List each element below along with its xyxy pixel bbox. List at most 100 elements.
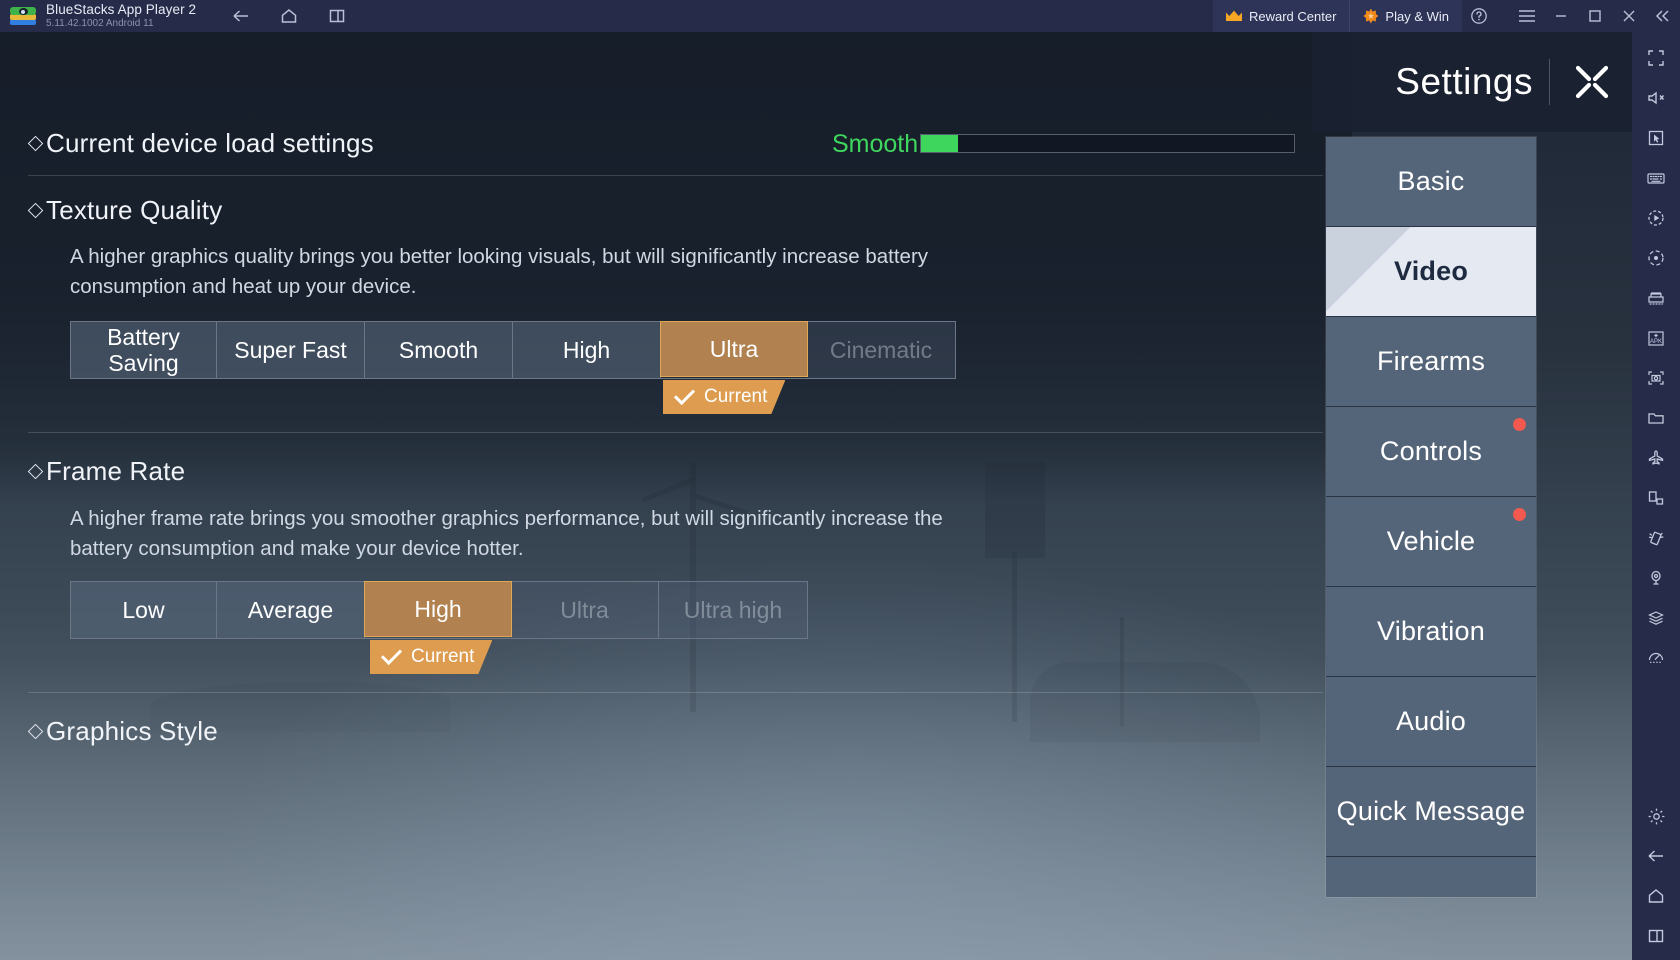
current-badge-label: Current [704,386,768,407]
option-ultra: Ultra [511,582,659,638]
tab-quick-message[interactable]: Quick Message [1326,767,1536,857]
close-settings-icon[interactable] [1564,54,1620,110]
close-button[interactable] [1612,0,1646,32]
device-load-status: Smooth [832,130,919,158]
bluestacks-sidebar: APK [1632,32,1680,960]
video-settings-content: Current device load settings Smooth Text… [0,32,1323,960]
option-label: Low [122,597,165,623]
app-version: 5.11.42.1002 Android 11 [46,17,154,29]
menu-icon[interactable] [1510,0,1544,32]
layers-icon[interactable] [1636,598,1676,638]
reward-center-button[interactable]: Reward Center [1212,0,1350,32]
texture-quality-current-badge: Current [663,380,785,414]
tab-video[interactable]: Video [1326,227,1536,317]
svg-text:APK: APK [1650,339,1662,345]
frame-rate-title-text: Frame Rate [46,456,186,486]
tab-vibration[interactable]: Vibration [1326,587,1536,677]
option-battery-saving[interactable]: Battery Saving [71,322,217,378]
frame-rate-current-badge: Current [370,640,492,674]
texture-quality-title-text: Texture Quality [46,195,223,225]
play-and-win-button[interactable]: Play & Win [1349,0,1462,32]
device-load-section-title: Current device load settings [27,128,374,159]
tab-basic[interactable]: Basic [1326,137,1536,227]
multi-instance-icon[interactable] [1636,278,1676,318]
option-high[interactable]: High [513,322,661,378]
recents-icon[interactable] [326,5,348,27]
home-icon[interactable] [1636,876,1676,916]
airplane-icon[interactable] [1636,438,1676,478]
crown-icon [1225,10,1242,23]
tab-list-spacer [1326,857,1536,897]
tab-firearms[interactable]: Firearms [1326,317,1536,407]
app-title-block: BlueStacks App Player 2 5.11.42.1002 And… [46,0,196,32]
tab-label: Firearms [1376,346,1486,376]
mute-icon[interactable] [1636,78,1676,118]
option-label: High [414,596,462,622]
page-title: Settings [1395,61,1533,102]
option-label: Ultra [560,597,609,623]
tab-audio[interactable]: Audio [1326,677,1536,767]
screenshot-icon[interactable] [1636,358,1676,398]
diamond-icon [27,202,44,219]
pointer-icon[interactable] [1636,118,1676,158]
graphics-style-title-text: Graphics Style [46,716,218,746]
collapse-icon[interactable] [1646,0,1680,32]
option-ultra-high: Ultra high [659,582,807,638]
option-smooth[interactable]: Smooth [365,322,513,378]
diamond-icon [27,723,44,740]
tab-label: Quick Message [1336,796,1526,826]
tab-controls[interactable]: Controls [1326,407,1536,497]
tab-label: Audio [1395,706,1467,736]
android-nav-buttons [230,5,348,27]
notification-dot [1513,508,1526,521]
help-icon[interactable] [1462,0,1496,32]
option-cinematic: Cinematic [807,322,955,378]
tab-vehicle[interactable]: Vehicle [1326,497,1536,587]
check-icon [381,644,402,665]
option-high[interactable]: High [364,581,512,637]
texture-quality-section-title: Texture Quality [27,195,223,226]
macro-record-icon[interactable] [1636,198,1676,238]
diamond-icon [27,135,44,152]
back-icon[interactable] [230,5,252,27]
tab-label: Vibration [1377,616,1485,646]
device-load-bar [920,134,1295,153]
install-apk-icon[interactable]: APK [1636,318,1676,358]
maximize-button[interactable] [1578,0,1612,32]
sync-icon[interactable] [1636,238,1676,278]
tab-label: Video [1393,256,1469,286]
frame-rate-section-title: Frame Rate [27,456,186,487]
reward-center-label: Reward Center [1248,8,1337,24]
gear-icon[interactable] [1636,796,1676,836]
fullscreen-icon[interactable] [1636,38,1676,78]
location-icon[interactable] [1636,558,1676,598]
device-load-title-text: Current device load settings [46,128,374,158]
tab-label: Vehicle [1386,526,1476,556]
option-super-fast[interactable]: Super Fast [217,322,365,378]
tab-label: Basic [1397,166,1465,196]
shake-icon[interactable] [1636,518,1676,558]
check-icon [674,384,695,405]
option-ultra[interactable]: Ultra [660,321,808,377]
settings-header: Settings [1312,32,1632,132]
rotate-icon[interactable] [1636,478,1676,518]
option-label: Ultra high [683,597,783,623]
frame-rate-options: Low Average High Ultra Ultra high [70,581,808,639]
frame-rate-description: A higher frame rate brings you smoother … [70,507,943,560]
option-average[interactable]: Average [217,582,365,638]
sidebar-bottom-group [1632,796,1680,956]
media-folder-icon[interactable] [1636,398,1676,438]
bluestacks-logo [10,5,36,27]
device-load-bar-fill [921,135,959,152]
option-label: Smooth [398,337,479,363]
diamond-icon [27,463,44,480]
minimize-button[interactable] [1544,0,1578,32]
back-icon[interactable] [1636,836,1676,876]
recents-icon[interactable] [1636,916,1676,956]
home-icon[interactable] [278,5,300,27]
gamepad-icon[interactable] [1636,638,1676,678]
keyboard-icon[interactable] [1636,158,1676,198]
texture-quality-description: A higher graphics quality brings you bet… [70,245,929,298]
option-low[interactable]: Low [71,582,217,638]
texture-quality-options: Battery Saving Super Fast Smooth High Ultra C… [70,321,956,379]
